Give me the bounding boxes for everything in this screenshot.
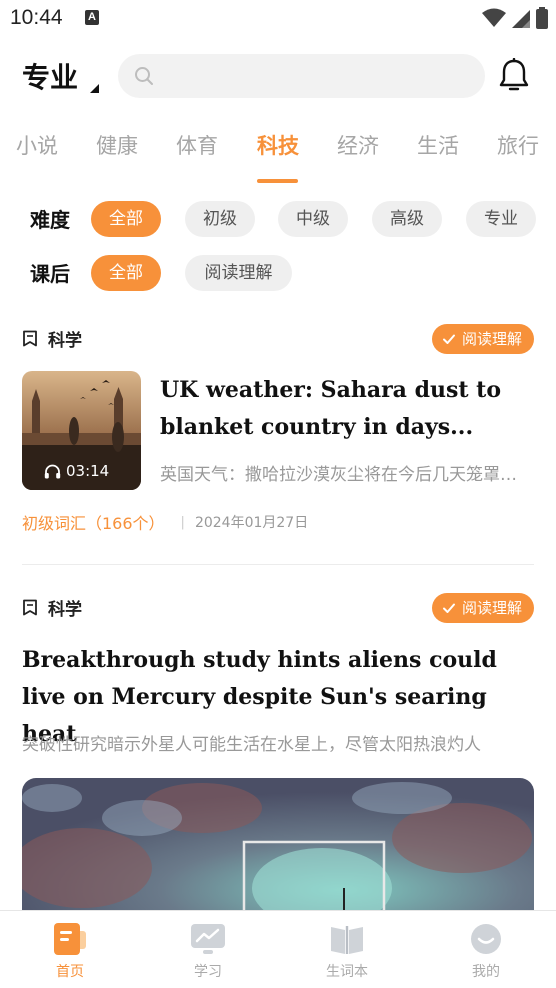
article-divider	[22, 564, 534, 565]
active-tab-indicator	[257, 179, 298, 183]
tab-sports[interactable]: 体育	[176, 130, 218, 160]
article-meta: 初级词汇（166个） | 2024年01月27日	[22, 511, 308, 533]
difficulty-label: 难度	[30, 208, 70, 232]
top-header: 专业	[0, 52, 556, 100]
reading-comprehension-badge: 阅读理解	[431, 324, 534, 354]
article-title[interactable]: UK weather: Sahara dust to blanket count…	[160, 372, 530, 446]
article-subtitle: 英国天气：撒哈拉沙漠灰尘将在今后几天笼罩全国	[160, 465, 530, 485]
tab-life[interactable]: 生活	[417, 130, 459, 160]
cover-image	[22, 778, 534, 918]
search-icon	[135, 67, 153, 85]
search-bar[interactable]	[118, 54, 485, 98]
tab-travel[interactable]: 旅行	[497, 130, 539, 160]
app-notification-icon: A	[85, 10, 99, 25]
tab-economy[interactable]: 经济	[337, 130, 379, 160]
nav-vocabulary-label: 生词本	[326, 964, 368, 980]
audio-duration: 03:14	[44, 462, 109, 480]
tab-fiction[interactable]: 小说	[16, 130, 58, 160]
article-category: 科学	[48, 600, 82, 620]
vocab-count: 初级词汇（166个）	[22, 514, 165, 533]
badge-label: 阅读理解	[461, 599, 522, 617]
bookmark-icon	[23, 599, 37, 616]
nav-home[interactable]: 首页	[30, 911, 110, 988]
nav-profile[interactable]: 我的	[446, 911, 526, 988]
nav-home-label: 首页	[56, 964, 84, 980]
article-tag-row: 科学 阅读理解	[22, 593, 534, 623]
nav-study-label: 学习	[194, 964, 222, 980]
bottom-navigation: 首页 学习 生词本 我的	[0, 910, 556, 988]
badge-label: 阅读理解	[461, 330, 522, 348]
article-subtitle: 突破性研究暗示外星人可能生活在水星上，尽管太阳热浪灼人	[22, 735, 481, 755]
status-time: 10:44	[10, 6, 63, 29]
article-thumbnail[interactable]: 03:14	[22, 371, 141, 490]
nav-profile-label: 我的	[472, 964, 500, 980]
vocab-book-icon	[331, 926, 363, 954]
home-book-icon	[54, 923, 86, 955]
publish-date: 2024年01月27日	[194, 515, 309, 531]
after-class-chip-all[interactable]: 全部	[91, 255, 161, 291]
reading-comprehension-badge: 阅读理解	[431, 593, 534, 623]
nav-vocabulary[interactable]: 生词本	[307, 911, 387, 988]
headphones-icon	[44, 464, 61, 478]
difficulty-chip-advanced[interactable]: 高级	[372, 201, 442, 237]
profile-face-icon	[471, 924, 501, 954]
bell-icon[interactable]	[498, 58, 530, 94]
caret-down-icon[interactable]	[90, 84, 99, 93]
check-icon	[442, 334, 455, 344]
article-cover-image[interactable]	[22, 778, 534, 918]
article-category: 科学	[48, 331, 82, 351]
category-tabs: 小说 健康 体育 科技 经济 生活 旅行	[0, 130, 556, 185]
check-icon	[442, 603, 455, 613]
after-class-filter-row: 课后 全部 阅读理解	[0, 255, 556, 291]
status-bar: 10:44 A	[0, 0, 556, 38]
article-tag-row: 科学 阅读理解	[22, 324, 534, 354]
wifi-icon	[482, 8, 506, 27]
difficulty-chip-all[interactable]: 全部	[91, 201, 161, 237]
status-indicators	[482, 7, 548, 29]
difficulty-chip-intermediate[interactable]: 中级	[278, 201, 348, 237]
tab-health[interactable]: 健康	[96, 130, 138, 160]
tab-technology[interactable]: 科技	[257, 130, 299, 160]
bookmark-icon	[23, 330, 37, 347]
search-input[interactable]	[162, 54, 472, 98]
after-class-label: 课后	[30, 262, 70, 286]
meta-separator: |	[180, 514, 185, 530]
after-class-chip-reading[interactable]: 阅读理解	[185, 255, 292, 291]
signal-icon	[512, 10, 530, 28]
nav-study[interactable]: 学习	[168, 911, 248, 988]
study-chart-icon	[191, 924, 225, 954]
difficulty-chip-professional[interactable]: 专业	[466, 201, 536, 237]
duration-text: 03:14	[66, 462, 110, 480]
difficulty-chip-beginner[interactable]: 初级	[185, 201, 255, 237]
difficulty-filter-row: 难度 全部 初级 中级 高级 专业	[0, 201, 556, 237]
level-selector[interactable]: 专业	[22, 56, 78, 96]
battery-icon	[536, 7, 548, 29]
